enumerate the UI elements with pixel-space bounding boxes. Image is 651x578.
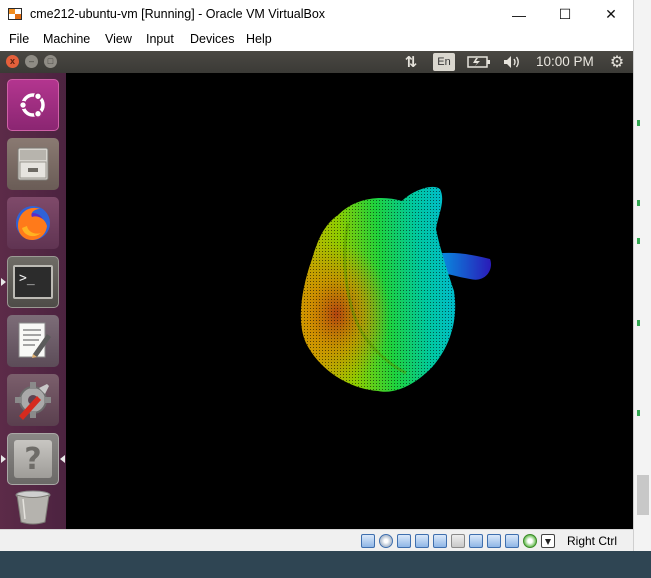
- maximize-icon: □: [47, 56, 54, 66]
- video-capture-icon[interactable]: [487, 534, 501, 548]
- terminal-icon: >_: [13, 265, 53, 299]
- ubuntu-launcher: >_ ?: [0, 73, 66, 529]
- network-indicator[interactable]: ⇅: [400, 51, 422, 73]
- launcher-item-trash[interactable]: [7, 488, 59, 526]
- close-button[interactable]: ✕: [588, 0, 634, 29]
- launcher-item-help[interactable]: ?: [7, 433, 59, 485]
- title-bar: cme212-ubuntu-vm [Running] - Oracle VM V…: [0, 0, 633, 29]
- optical-drive-icon[interactable]: [379, 534, 393, 548]
- launcher-running-indicator: [1, 278, 6, 286]
- ubuntu-logo-icon: [18, 92, 45, 118]
- scroll-marker: [637, 200, 640, 206]
- settings-gear-icon: ⚙: [609, 54, 625, 71]
- hard-disk-icon[interactable]: [361, 534, 375, 548]
- scroll-marker: [637, 120, 640, 126]
- scroll-marker: [637, 320, 640, 326]
- ubuntu-maximize-button[interactable]: □: [44, 55, 57, 68]
- virtualbox-icon: [8, 8, 22, 20]
- scroll-thumb[interactable]: [637, 475, 649, 515]
- text-editor-icon: [18, 322, 51, 358]
- shared-folders-icon[interactable]: [451, 534, 465, 548]
- system-menu[interactable]: ⚙: [606, 51, 628, 73]
- launcher-item-dash[interactable]: [7, 79, 59, 131]
- terminal-prompt: >_: [19, 271, 35, 286]
- close-icon: x: [9, 56, 15, 66]
- volume-indicator[interactable]: [500, 51, 524, 73]
- help-symbol: ?: [24, 441, 42, 477]
- launcher-running-indicator: [1, 455, 6, 463]
- window-title: cme212-ubuntu-vm [Running] - Oracle VM V…: [30, 7, 326, 21]
- battery-indicator[interactable]: [466, 51, 492, 73]
- vm-status-bar: Right Ctrl: [0, 529, 633, 551]
- scroll-marker: [637, 238, 640, 244]
- firefox-icon: [16, 206, 50, 240]
- ubuntu-minimize-button[interactable]: –: [25, 55, 38, 68]
- host-side-scrollbar[interactable]: [633, 0, 651, 551]
- down-arrow-icon: [545, 539, 551, 545]
- minimize-button[interactable]: —: [496, 0, 542, 29]
- file-cabinet-icon: [17, 147, 49, 181]
- menu-input[interactable]: Input: [146, 32, 174, 46]
- trash-icon: [15, 490, 51, 525]
- menu-devices[interactable]: Devices: [190, 32, 234, 46]
- ubuntu-close-button[interactable]: x: [6, 55, 19, 68]
- maximize-button[interactable]: ☐: [542, 0, 588, 29]
- audio-icon[interactable]: [397, 534, 411, 548]
- keyboard-language-indicator[interactable]: En: [433, 53, 455, 71]
- volume-icon: [504, 56, 519, 68]
- scroll-marker: [637, 410, 640, 416]
- maximize-icon: ☐: [558, 6, 572, 22]
- help-icon: ?: [14, 440, 52, 478]
- launcher-item-firefox[interactable]: [7, 197, 59, 249]
- network-icon[interactable]: [415, 534, 429, 548]
- menu-bar: File Machine View Input Devices Help: [0, 29, 633, 51]
- menu-file[interactable]: File: [9, 32, 29, 46]
- launcher-focused-indicator: [60, 455, 65, 463]
- menu-help[interactable]: Help: [246, 32, 272, 46]
- ubuntu-top-panel: x – □ ⇅ En 10:00 PM ⚙: [0, 51, 633, 73]
- vm-display[interactable]: [66, 73, 633, 529]
- battery-icon: [467, 56, 490, 68]
- rendered-3d-mesh: [300, 186, 492, 392]
- host-taskbar: [0, 551, 651, 578]
- host-key-label: Right Ctrl: [567, 534, 618, 548]
- virtualbox-window: cme212-ubuntu-vm [Running] - Oracle VM V…: [0, 0, 651, 578]
- menu-view[interactable]: View: [105, 32, 132, 46]
- host-key-arrow-icon: [541, 534, 555, 548]
- menu-machine[interactable]: Machine: [43, 32, 90, 46]
- clock[interactable]: 10:00 PM: [536, 54, 594, 69]
- launcher-item-text-editor[interactable]: [7, 315, 59, 367]
- close-icon: ✕: [605, 6, 617, 22]
- launcher-item-terminal[interactable]: >_: [7, 256, 59, 308]
- minimize-icon: —: [512, 6, 526, 23]
- settings-tools-icon: [15, 382, 51, 420]
- usb-icon[interactable]: [433, 534, 447, 548]
- launcher-item-files[interactable]: [7, 138, 59, 190]
- minimize-icon: –: [28, 56, 34, 66]
- network-arrows-icon: ⇅: [404, 54, 418, 71]
- cpu-icon[interactable]: [505, 534, 519, 548]
- display-icon[interactable]: [469, 534, 483, 548]
- launcher-item-settings[interactable]: [7, 374, 59, 426]
- mouse-integration-icon[interactable]: [523, 534, 537, 548]
